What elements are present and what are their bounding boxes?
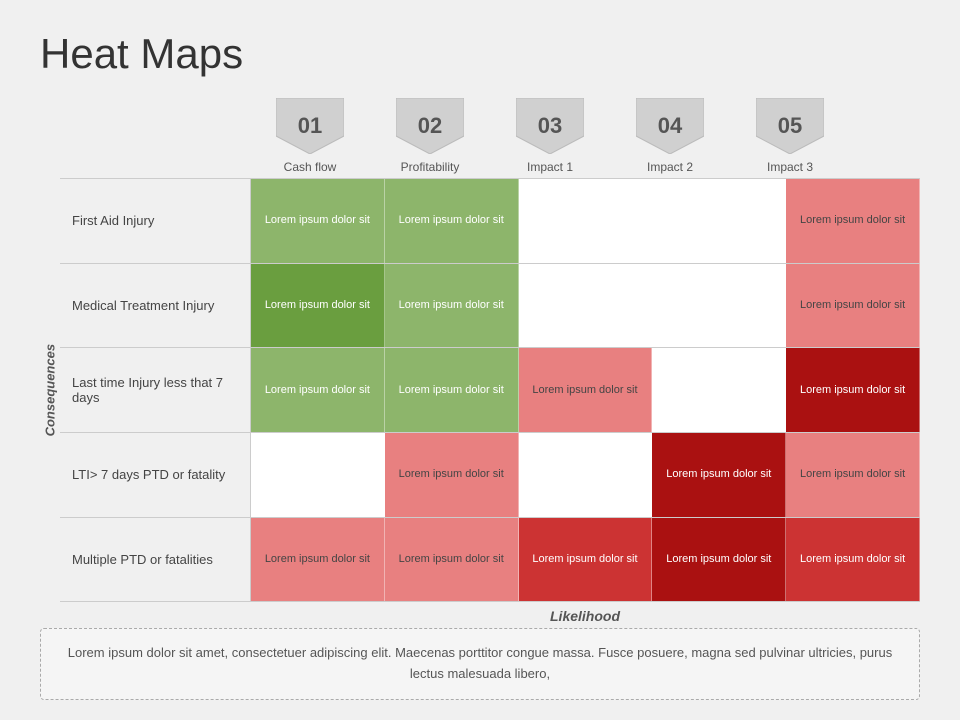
cell-3-0	[251, 433, 385, 517]
col-header-4: 05 Impact 3	[730, 98, 850, 178]
cell-0-3	[652, 179, 786, 263]
consequences-label: Consequences	[40, 178, 60, 602]
col-label-2: Impact 1	[523, 154, 577, 178]
footer-text: Lorem ipsum dolor sit amet, consectetuer…	[68, 645, 892, 681]
col-label-3: Impact 2	[643, 154, 697, 178]
cell-4-1: Lorem ipsum dolor sit	[385, 518, 519, 602]
col-num-1: 02	[418, 113, 442, 139]
heat-map-grid: Lorem ipsum dolor sitLorem ipsum dolor s…	[250, 178, 920, 602]
grid-row-3: Lorem ipsum dolor sitLorem ipsum dolor s…	[251, 433, 920, 518]
col-header-3: 04 Impact 2	[610, 98, 730, 178]
left-side: Consequences First Aid InjuryMedical Tre…	[40, 178, 250, 602]
cell-0-4: Lorem ipsum dolor sit	[786, 179, 920, 263]
table-area: Consequences First Aid InjuryMedical Tre…	[40, 178, 920, 602]
column-headers: 01 Cash flow 02 Profitability 03 Impact 1 0…	[250, 98, 920, 178]
col-header-0: 01 Cash flow	[250, 98, 370, 178]
col-num-4: 05	[778, 113, 802, 139]
cell-0-2	[519, 179, 653, 263]
col-num-0: 01	[298, 113, 322, 139]
row-labels: First Aid InjuryMedical Treatment Injury…	[60, 178, 250, 602]
grid-row-2: Lorem ipsum dolor sitLorem ipsum dolor s…	[251, 348, 920, 433]
grid-row-1: Lorem ipsum dolor sitLorem ipsum dolor s…	[251, 264, 920, 349]
col-header-1: 02 Profitability	[370, 98, 490, 178]
cell-3-2	[519, 433, 653, 517]
cell-3-1: Lorem ipsum dolor sit	[385, 433, 519, 517]
cell-2-0: Lorem ipsum dolor sit	[251, 348, 385, 432]
col-header-2: 03 Impact 1	[490, 98, 610, 178]
col-num-3: 04	[658, 113, 682, 139]
main-content: 01 Cash flow 02 Profitability 03 Impact 1 0…	[40, 98, 920, 700]
col-num-2: 03	[538, 113, 562, 139]
likelihood-label: Likelihood	[550, 608, 620, 624]
col-label-4: Impact 3	[763, 154, 817, 178]
cell-2-3	[652, 348, 786, 432]
likelihood-row: Likelihood	[250, 602, 920, 628]
row-label-1: Medical Treatment Injury	[60, 264, 250, 349]
cell-4-0: Lorem ipsum dolor sit	[251, 518, 385, 602]
cell-1-3	[652, 264, 786, 348]
row-label-2: Last time Injury less that 7 days	[60, 348, 250, 433]
row-label-4: Multiple PTD or fatalities	[60, 518, 250, 603]
grid-row-4: Lorem ipsum dolor sitLorem ipsum dolor s…	[251, 518, 920, 603]
cell-0-0: Lorem ipsum dolor sit	[251, 179, 385, 263]
cell-1-4: Lorem ipsum dolor sit	[786, 264, 920, 348]
row-label-3: LTI> 7 days PTD or fatality	[60, 433, 250, 518]
col-label-0: Cash flow	[280, 154, 341, 178]
cell-1-1: Lorem ipsum dolor sit	[385, 264, 519, 348]
cell-1-0: Lorem ipsum dolor sit	[251, 264, 385, 348]
cell-4-4: Lorem ipsum dolor sit	[786, 518, 920, 602]
cell-3-4: Lorem ipsum dolor sit	[786, 433, 920, 517]
cell-4-3: Lorem ipsum dolor sit	[652, 518, 786, 602]
grid-row-0: Lorem ipsum dolor sitLorem ipsum dolor s…	[251, 179, 920, 264]
cell-3-3: Lorem ipsum dolor sit	[652, 433, 786, 517]
page: Heat Maps 01 Cash flow 02 Profitability 03…	[0, 0, 960, 720]
page-title: Heat Maps	[40, 30, 920, 78]
cell-0-1: Lorem ipsum dolor sit	[385, 179, 519, 263]
cell-2-4: Lorem ipsum dolor sit	[786, 348, 920, 432]
cell-2-2: Lorem ipsum dolor sit	[519, 348, 653, 432]
cell-2-1: Lorem ipsum dolor sit	[385, 348, 519, 432]
col-label-1: Profitability	[397, 154, 464, 178]
cell-4-2: Lorem ipsum dolor sit	[519, 518, 653, 602]
footer-box: Lorem ipsum dolor sit amet, consectetuer…	[40, 628, 920, 700]
row-label-0: First Aid Injury	[60, 179, 250, 264]
cell-1-2	[519, 264, 653, 348]
